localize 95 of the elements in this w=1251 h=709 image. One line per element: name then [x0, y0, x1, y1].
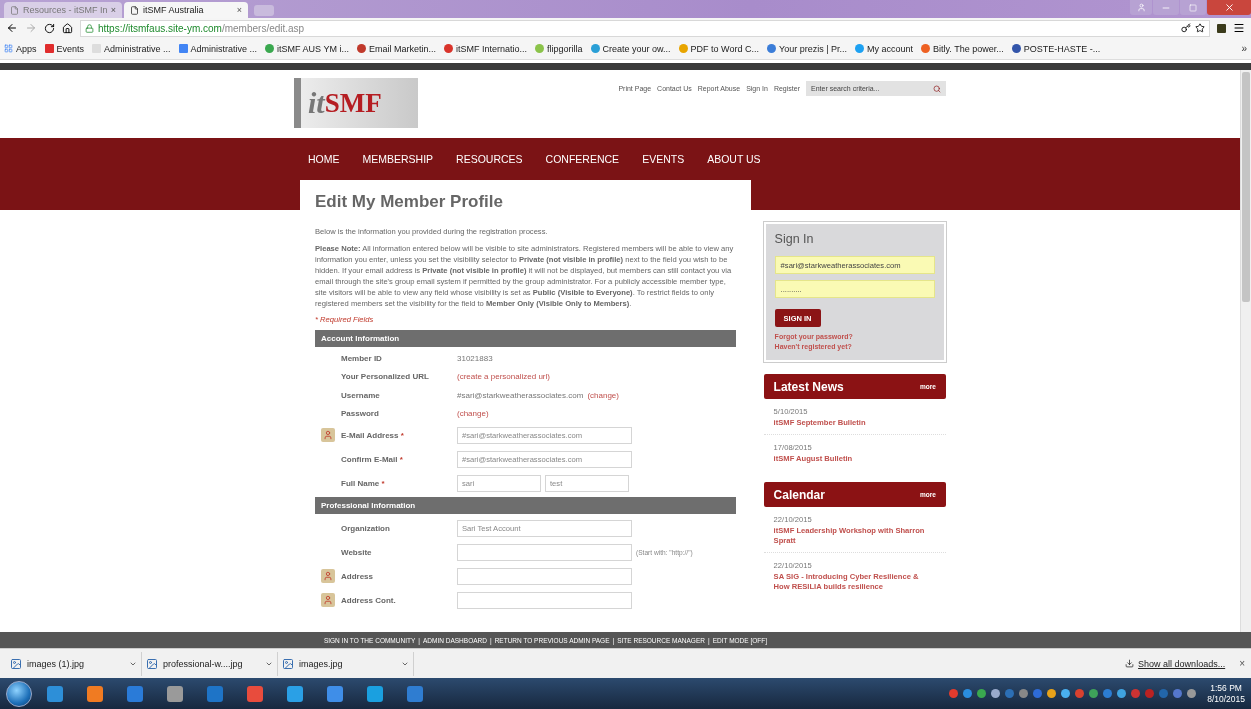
field-label: Full Name * [341, 478, 386, 488]
menu-icon[interactable] [1233, 22, 1245, 34]
page-icon [130, 5, 139, 15]
input-field[interactable] [457, 567, 632, 585]
field-label: Your Personalized URL [341, 372, 430, 382]
field-label: Member ID [341, 353, 383, 363]
back-icon[interactable] [6, 22, 18, 34]
close-icon[interactable]: × [110, 5, 116, 15]
nav-link[interactable]: EVENTS [642, 153, 685, 165]
field-link[interactable]: (create a personalized url) [457, 372, 736, 382]
field-label: E-Mail Address * [341, 430, 405, 440]
visibility-person-icon[interactable] [321, 569, 335, 583]
bookmark[interactable]: Events [44, 43, 85, 54]
panel-title: Sign In [774, 232, 815, 246]
nav-link[interactable]: ABOUT US [707, 153, 761, 165]
scrollbar[interactable] [1240, 70, 1251, 632]
field-label: Address Cont. [341, 595, 397, 605]
input-field[interactable] [457, 591, 632, 609]
field-label: Organization [341, 523, 391, 533]
nav-link[interactable]: MEMBERSHIP [362, 153, 434, 165]
reload-icon[interactable] [44, 22, 55, 34]
bookmark[interactable]: PDF to Word C... [678, 43, 759, 54]
bookmark-icon [178, 44, 188, 53]
nav-link[interactable]: HOME [308, 153, 340, 165]
browser-tab[interactable]: itSMF Australia × [124, 2, 248, 18]
bookmark-icon [678, 44, 688, 53]
bookmark-icon [590, 44, 600, 53]
bookmark-icon [444, 44, 453, 53]
bookmark-icon [766, 44, 776, 53]
bookmark[interactable]: POSTE-HASTE -... [1011, 43, 1101, 54]
bookmark[interactable]: flipgorilla [535, 43, 583, 54]
restore-icon [1189, 3, 1197, 12]
nav-link[interactable]: CONFERENCE [545, 153, 620, 165]
image-file-icon [146, 657, 158, 670]
bookmark-icon [921, 44, 931, 53]
apps-grid-icon [4, 44, 13, 53]
bookmark[interactable]: Create your ow... [590, 43, 671, 54]
visibility-person-icon[interactable] [321, 428, 335, 442]
download-item[interactable]: images.jpg [278, 651, 414, 676]
bookmark[interactable]: itSMF AUS YM i... [265, 43, 349, 54]
extension-icon[interactable] [1217, 23, 1226, 33]
download-item[interactable]: images (1).jpg [6, 651, 142, 676]
close-icon[interactable]: × [236, 5, 242, 15]
change-link[interactable]: (change) [587, 390, 619, 400]
download-icon [1125, 659, 1135, 668]
download-item[interactable]: professional-w....jpg [142, 651, 278, 676]
field-label: Website [341, 547, 373, 557]
more-bookmarks-button[interactable]: » [1241, 43, 1247, 54]
bookmark-icon [535, 44, 544, 53]
bookmark[interactable]: Administrative ... [92, 43, 171, 54]
field-value: 31021883 [457, 353, 494, 363]
star-icon[interactable] [1195, 23, 1205, 33]
user-icon [1136, 3, 1146, 12]
image-file-icon [282, 657, 294, 670]
clock[interactable]: 1:56 PM 8/10/2015 [1207, 682, 1245, 705]
page-icon [10, 5, 19, 15]
field-label: Password [341, 409, 380, 419]
field-label: Confirm E-Mail * [341, 454, 404, 464]
bookmark-icon [92, 44, 102, 53]
input-field[interactable] [457, 543, 632, 561]
field-value: #sari@starkweatherassociates.com [457, 390, 584, 400]
close-icon[interactable]: × [1239, 658, 1245, 669]
visibility-person-icon[interactable] [321, 593, 335, 607]
bookmark-icon [855, 44, 864, 53]
bookmark-icon [356, 44, 366, 53]
field-link[interactable]: (change) [457, 409, 736, 419]
lock-icon [85, 23, 94, 33]
browser-tab[interactable]: Resources - itSMF In × [4, 2, 122, 18]
bookmark[interactable]: Administrative ... [178, 43, 258, 54]
start-orb-icon[interactable] [6, 680, 32, 707]
bookmark-icon [1011, 44, 1021, 53]
bookmark[interactable]: Apps [4, 43, 37, 54]
widget-title: Calendar [773, 487, 825, 502]
bookmark[interactable]: Your prezis | Pr... [766, 43, 847, 54]
section-header: Account Information [315, 330, 736, 347]
section-header: Professional Information [315, 497, 736, 514]
address-field[interactable]: https://itsmfaus.site-ym.com/members/edit.asp [80, 19, 1210, 37]
show-all-downloads-link[interactable]: Show all downloads... [1125, 658, 1226, 669]
widget-title: Latest News [773, 379, 844, 394]
bookmark-icon [265, 44, 275, 53]
image-file-icon [10, 657, 22, 670]
key-icon[interactable] [1181, 23, 1191, 33]
bookmark[interactable]: itSMF Internatio... [444, 43, 527, 54]
bookmark[interactable]: My account [855, 43, 914, 54]
bookmark-icon [44, 44, 54, 53]
home-icon[interactable] [62, 22, 73, 34]
bookmark[interactable]: Bitly. The power... [921, 43, 1004, 54]
field-label: Address [341, 571, 374, 581]
site-logo[interactable]: itSMF [294, 78, 418, 128]
nav-link[interactable]: RESOURCES [456, 153, 523, 165]
field-label: Username [341, 390, 381, 400]
bookmark[interactable]: Email Marketin... [356, 43, 436, 54]
close-icon [1223, 2, 1235, 13]
page-title: Edit My Member Profile [315, 192, 504, 212]
search-icon[interactable] [933, 84, 941, 93]
